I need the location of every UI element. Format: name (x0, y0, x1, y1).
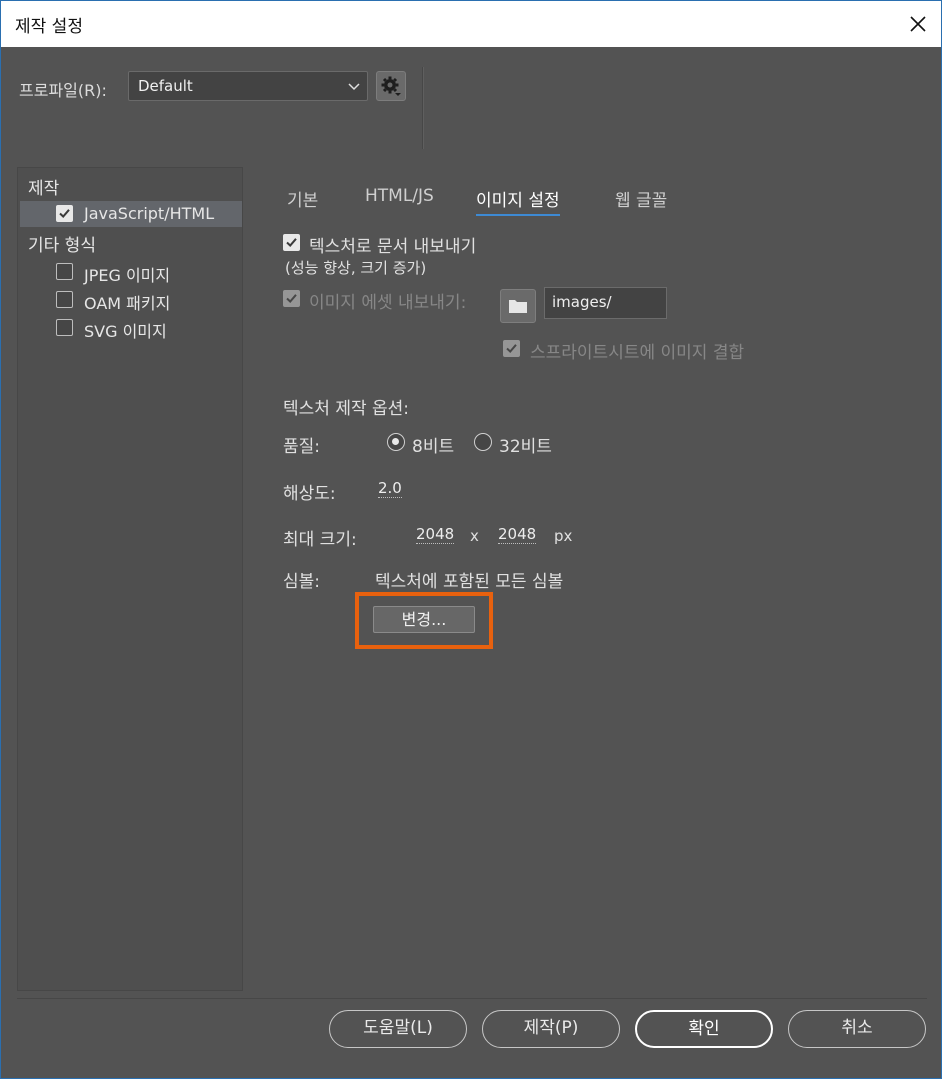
checkmark-icon (286, 238, 297, 247)
window-title: 제작 설정 (15, 17, 83, 37)
quality-8bit-radio[interactable] (387, 433, 405, 451)
help-button[interactable]: 도움말(L) (329, 1010, 467, 1048)
jpeg-checkbox[interactable] (56, 263, 73, 280)
tab-image-settings[interactable]: 이미지 설정 (476, 186, 560, 216)
javascript-html-checkbox[interactable] (56, 205, 73, 222)
header-divider (422, 67, 423, 149)
folder-icon (509, 300, 527, 313)
sidebar-item-svg[interactable]: SVG 이미지 (20, 315, 242, 341)
export-texture-label: 텍스처로 문서 내보내기 (309, 237, 477, 257)
close-icon (910, 16, 926, 32)
sidebar-item-jpeg[interactable]: JPEG 이미지 (20, 259, 242, 285)
footer-divider (17, 998, 927, 999)
tab-basic[interactable]: 기본 (287, 186, 318, 211)
cancel-button[interactable]: 취소 (788, 1010, 926, 1048)
symbols-value: 텍스처에 포함된 모든 심볼 (375, 572, 564, 592)
max-height-value[interactable]: 2048 (498, 525, 537, 544)
publish-button[interactable]: 제작(P) (482, 1010, 620, 1048)
export-assets-label: 이미지 에셋 내보내기: (309, 293, 467, 313)
sidebar-item-javascript-html[interactable]: JavaScript/HTML (20, 201, 242, 227)
max-width-value[interactable]: 2048 (416, 525, 455, 544)
export-texture-note: (성능 향상, 크기 증가) (285, 259, 427, 277)
sidebar-item-label: OAM 패키지 (84, 294, 171, 313)
sidebar-item-label: JPEG 이미지 (84, 266, 171, 285)
tab-html-js[interactable]: HTML/JS (365, 186, 434, 206)
max-size-label: 최대 크기: (283, 530, 357, 550)
profile-label: 프로파일(R): (19, 81, 107, 100)
quality-8bit-label: 8비트 (412, 437, 455, 457)
sidebar-item-oam[interactable]: OAM 패키지 (20, 287, 242, 313)
export-assets-checkbox[interactable] (283, 290, 300, 307)
tab-web-fonts[interactable]: 웹 글꼴 (615, 186, 667, 211)
quality-label: 품질: (283, 437, 321, 457)
combine-sprites-checkbox[interactable] (503, 340, 520, 357)
checkmark-icon (286, 294, 297, 303)
oam-checkbox[interactable] (56, 291, 73, 308)
sidebar-item-label: SVG 이미지 (84, 322, 167, 341)
size-separator: x (470, 527, 479, 545)
svg-checkbox[interactable] (56, 319, 73, 336)
category-publish: 제작 (28, 179, 60, 199)
checkmark-icon (59, 209, 70, 218)
publish-settings-dialog: 제작 설정 프로파일(R): Default 제작 JavaScript/HTM… (0, 0, 942, 1079)
close-button[interactable] (895, 1, 941, 47)
resolution-label: 해상도: (283, 484, 336, 504)
gear-icon (381, 76, 401, 96)
export-texture-checkbox[interactable] (283, 234, 300, 251)
resolution-value[interactable]: 2.0 (378, 479, 402, 498)
browse-folder-button[interactable] (500, 289, 536, 323)
sidebar-item-label: JavaScript/HTML (84, 204, 215, 223)
assets-path-input[interactable]: images/ (544, 287, 667, 319)
format-list-panel: 제작 JavaScript/HTML 기타 형식 JPEG 이미지 OAM 패키… (17, 167, 243, 991)
profile-dropdown[interactable]: Default (128, 71, 368, 101)
ok-button[interactable]: 확인 (635, 1010, 773, 1048)
quality-32bit-label: 32비트 (499, 437, 552, 457)
quality-32bit-radio[interactable] (474, 433, 492, 451)
symbols-label: 심볼: (283, 572, 321, 592)
change-symbols-button[interactable]: 변경... (373, 606, 475, 633)
profile-options-button[interactable] (376, 71, 406, 101)
checkmark-icon (506, 344, 517, 353)
category-other-formats: 기타 형식 (28, 236, 96, 256)
combine-sprites-label: 스프라이트시트에 이미지 결합 (530, 343, 745, 363)
profile-value: Default (138, 77, 193, 95)
chevron-down-icon (348, 83, 360, 91)
size-unit: px (554, 527, 573, 545)
title-bar: 제작 설정 (1, 1, 941, 47)
texture-options-heading: 텍스처 제작 옵션: (283, 399, 410, 419)
